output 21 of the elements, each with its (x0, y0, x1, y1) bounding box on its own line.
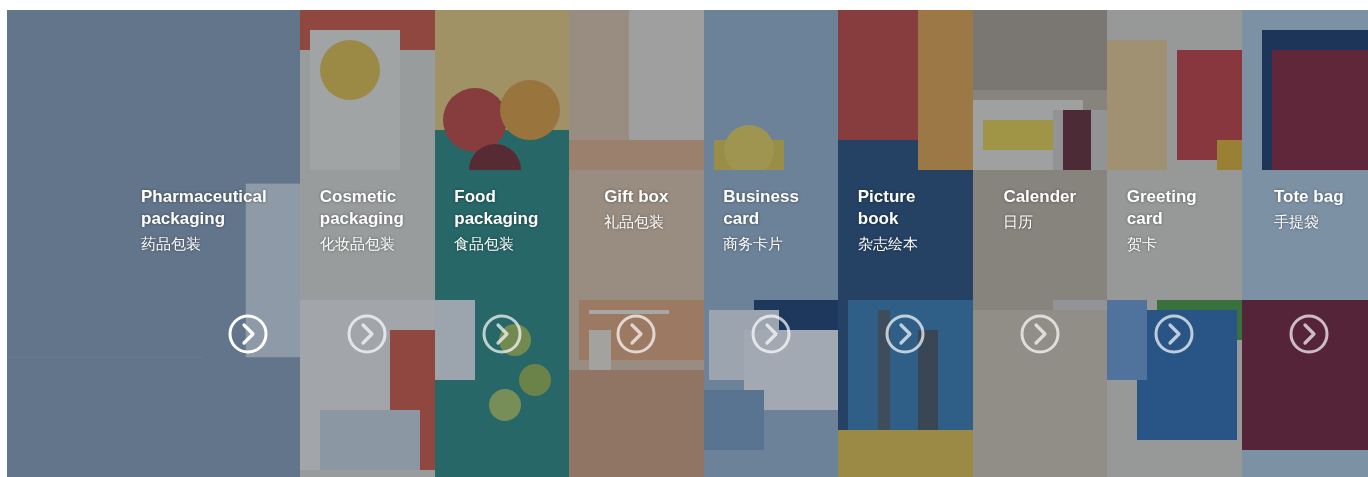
category-title: Business card (723, 186, 800, 230)
category-title: Gift box (604, 186, 669, 208)
category-subtitle: 贺卡 (1126, 234, 1158, 254)
arrow-circle-icon[interactable] (885, 314, 926, 354)
category-subtitle: 杂志绘本 (857, 234, 919, 254)
category-title: Tote bag (1273, 186, 1344, 208)
category-title: Food packaging (454, 186, 540, 230)
category-subtitle: 手提袋 (1273, 212, 1320, 232)
category-subtitle: 商务卡片 (723, 234, 785, 254)
category-subtitle: 礼品包装 (604, 212, 666, 232)
category-title: Calender (1003, 186, 1077, 208)
arrow-circle-icon[interactable] (750, 314, 791, 354)
category-subtitle: 日历 (1003, 212, 1035, 232)
arrow-circle-icon[interactable] (481, 314, 522, 354)
arrow-circle-icon[interactable] (1288, 314, 1329, 354)
category-subtitle: 食品包装 (454, 234, 516, 254)
category-title: Greeting card (1126, 186, 1198, 230)
category-title: Picture book (857, 186, 917, 230)
category-title: Cosmetic packaging (319, 186, 405, 230)
category-subtitle: 化妆品包装 (319, 234, 396, 254)
arrow-circle-icon[interactable] (1154, 314, 1195, 354)
